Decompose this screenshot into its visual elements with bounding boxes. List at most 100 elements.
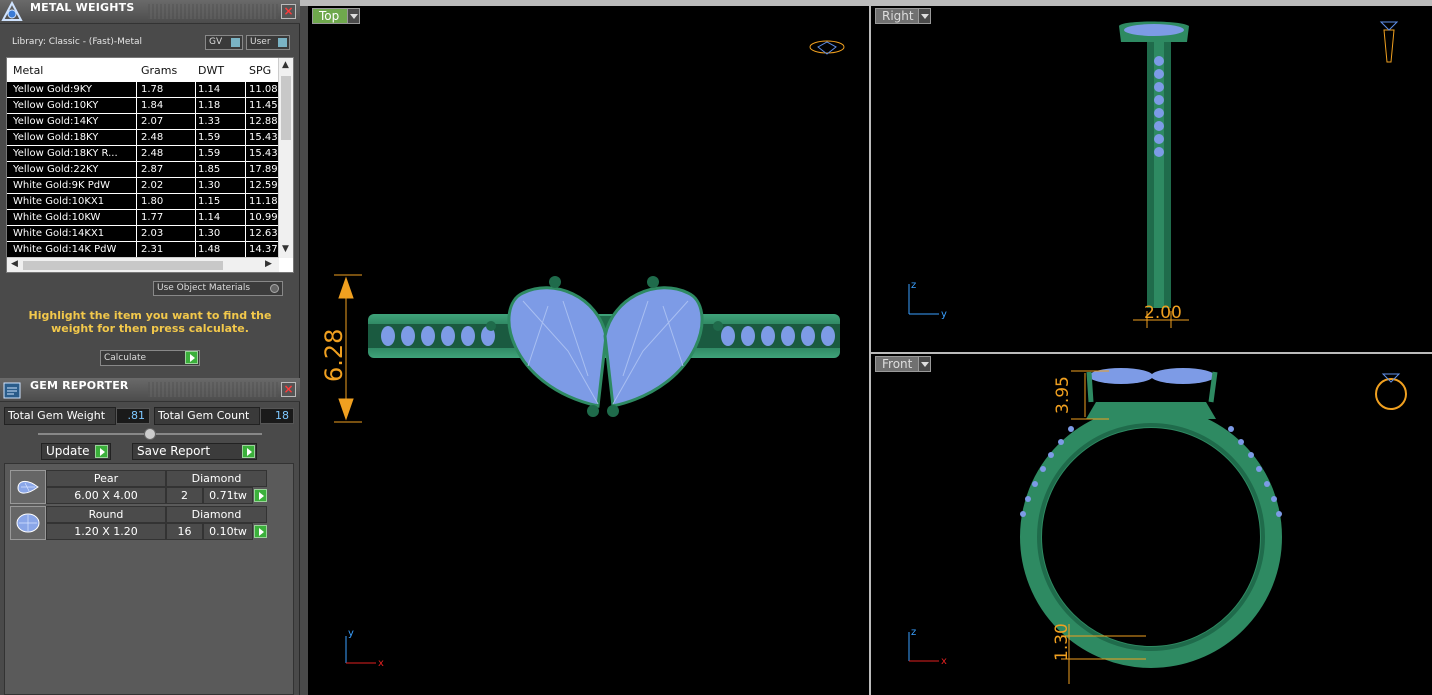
- save-report-button[interactable]: Save Report: [132, 443, 257, 460]
- vertical-scroll-thumb[interactable]: [281, 76, 291, 140]
- metal-cell-metal: White Gold:9K PdW: [13, 180, 110, 191]
- close-metal-weights-button[interactable]: ×: [281, 4, 296, 19]
- column-divider: [136, 178, 137, 194]
- scroll-up-icon[interactable]: ▲: [282, 60, 289, 70]
- gem-material: Diamond: [166, 506, 267, 523]
- gem-count: 2: [166, 487, 203, 504]
- gem-item-pear[interactable]: Pear Diamond 6.00 X 4.00 2 0.71tw: [10, 470, 267, 504]
- metal-cell-grams: 2.02: [141, 180, 164, 191]
- horizontal-scroll-thumb[interactable]: [23, 261, 223, 270]
- metal-table-row[interactable]: Yellow Gold:14KY 2.07 1.33 12.88: [7, 114, 279, 130]
- table-vertical-scrollbar[interactable]: ▲ ▼: [278, 58, 293, 258]
- ring-front-orientation-icon[interactable]: [1375, 373, 1407, 410]
- metal-cell-dwt: 1.48: [198, 244, 221, 255]
- gem-select-icon[interactable]: [254, 525, 267, 538]
- column-divider: [136, 114, 137, 130]
- viewport-divider-horizontal: [871, 352, 1432, 354]
- gem-material: Diamond: [166, 470, 267, 487]
- gem-select-icon[interactable]: [254, 489, 267, 502]
- calculate-go-icon[interactable]: [185, 351, 198, 364]
- column-divider: [136, 210, 137, 226]
- metal-cell-grams: 1.77: [141, 212, 164, 223]
- library-label: Library: Classic - (Fast)-Metal: [12, 37, 143, 47]
- right-view-render: 2.00 z y: [908, 21, 1399, 328]
- titlebar-grip: [148, 382, 278, 397]
- column-divider: [245, 178, 246, 194]
- metal-cell-grams: 2.48: [141, 132, 164, 143]
- user-toggle-label: User: [250, 37, 271, 47]
- gem-reporter-titlebar[interactable]: GEM REPORTER ×: [0, 378, 300, 402]
- gv-toggle[interactable]: GV: [205, 35, 243, 50]
- app-window: METAL WEIGHTS × Library: Classic - (Fast…: [0, 0, 1432, 695]
- column-divider: [245, 226, 246, 242]
- scroll-right-icon[interactable]: ▶: [265, 259, 272, 269]
- save-report-label: Save Report: [137, 444, 211, 458]
- round-gem-icon: [10, 506, 46, 540]
- metal-table-row[interactable]: Yellow Gold:10KY 1.84 1.18 11.45: [7, 98, 279, 114]
- user-toggle[interactable]: User: [246, 35, 290, 50]
- metal-cell-metal: White Gold:14KX1: [13, 228, 105, 239]
- front-axis-h-label: x: [941, 656, 947, 667]
- metal-cell-dwt: 1.30: [198, 180, 221, 191]
- metal-table-header: Metal Grams DWT SPG: [7, 58, 279, 82]
- save-report-go-icon[interactable]: [242, 445, 255, 458]
- ring-orientation-icon[interactable]: [809, 40, 845, 55]
- dwt-column-header[interactable]: DWT: [198, 64, 224, 77]
- right-axis-v-label: z: [911, 280, 916, 291]
- metal-table-row[interactable]: White Gold:10KX1 1.80 1.15 11.18: [7, 194, 279, 210]
- right-viewport[interactable]: Right 2.00 z y: [871, 6, 1432, 352]
- gem-item-round[interactable]: Round Diamond 1.20 X 1.20 16 0.10tw: [10, 506, 267, 540]
- splitter-knob-icon[interactable]: [144, 428, 156, 440]
- column-divider: [245, 114, 246, 130]
- panel-splitter[interactable]: [300, 6, 308, 695]
- metal-table-row[interactable]: White Gold:10KW 1.77 1.14 10.99: [7, 210, 279, 226]
- column-divider: [195, 242, 196, 258]
- metal-cell-spg: 15.43: [249, 148, 278, 159]
- spg-column-header[interactable]: SPG: [249, 64, 271, 77]
- column-divider: [136, 82, 137, 98]
- gem-weight: 0.71tw: [203, 487, 253, 504]
- top-viewport[interactable]: Top 6.28 y x: [308, 6, 869, 695]
- metal-cell-metal: Yellow Gold:18KY R...: [13, 148, 118, 159]
- metal-table-row[interactable]: White Gold:9K PdW 2.02 1.30 12.59: [7, 178, 279, 194]
- use-object-materials-toggle[interactable]: Use Object Materials: [153, 281, 283, 296]
- metal-table-row[interactable]: White Gold:14K PdW 2.31 1.48 14.37: [7, 242, 279, 258]
- gem-count: 16: [166, 523, 203, 540]
- metal-column-header[interactable]: Metal: [13, 64, 43, 77]
- column-divider: [136, 146, 137, 162]
- metal-table-row[interactable]: Yellow Gold:9KY 1.78 1.14 11.08: [7, 82, 279, 98]
- grams-column-header[interactable]: Grams: [141, 64, 177, 77]
- metal-table-row[interactable]: White Gold:14KX1 2.03 1.30 12.63: [7, 226, 279, 242]
- metal-cell-metal: Yellow Gold:22KY: [13, 164, 99, 175]
- front-dimension-b-label: 1.30: [1052, 623, 1072, 661]
- table-horizontal-scrollbar[interactable]: ◀ ▶: [7, 257, 279, 272]
- metal-cell-dwt: 1.59: [198, 132, 221, 143]
- total-gem-weight-value: .81: [116, 408, 150, 424]
- gem-shape: Round: [46, 506, 166, 523]
- column-divider: [195, 162, 196, 178]
- metal-weights-titlebar[interactable]: METAL WEIGHTS ×: [0, 0, 300, 24]
- metal-weights-table[interactable]: Metal Grams DWT SPG Yellow Gold:9KY 1.78 1…: [6, 57, 294, 273]
- metal-cell-grams: 1.84: [141, 100, 164, 111]
- metal-cell-grams: 2.07: [141, 116, 164, 127]
- column-divider: [195, 210, 196, 226]
- top-axis-v-label: y: [348, 628, 354, 639]
- front-viewport[interactable]: Front 3.95 1.30 z x: [871, 354, 1432, 695]
- scroll-left-icon[interactable]: ◀: [11, 259, 18, 269]
- update-label: Update: [46, 444, 90, 458]
- column-divider: [245, 130, 246, 146]
- gem-weight: 0.10tw: [203, 523, 253, 540]
- close-gem-reporter-button[interactable]: ×: [281, 382, 296, 397]
- scroll-down-icon[interactable]: ▼: [282, 244, 289, 254]
- gem-list-splitter[interactable]: [38, 428, 262, 440]
- column-divider: [195, 226, 196, 242]
- update-go-icon[interactable]: [95, 445, 108, 458]
- column-divider: [136, 162, 137, 178]
- metal-cell-metal: White Gold:10KW: [13, 212, 101, 223]
- column-divider: [245, 242, 246, 258]
- metal-table-row[interactable]: Yellow Gold:18KY 2.48 1.59 15.43: [7, 130, 279, 146]
- pear-gem-icon: [10, 470, 46, 504]
- metal-table-row[interactable]: Yellow Gold:18KY R... 2.48 1.59 15.43: [7, 146, 279, 162]
- ring-side-orientation-icon[interactable]: [1379, 21, 1399, 63]
- metal-table-row[interactable]: Yellow Gold:22KY 2.87 1.85 17.89: [7, 162, 279, 178]
